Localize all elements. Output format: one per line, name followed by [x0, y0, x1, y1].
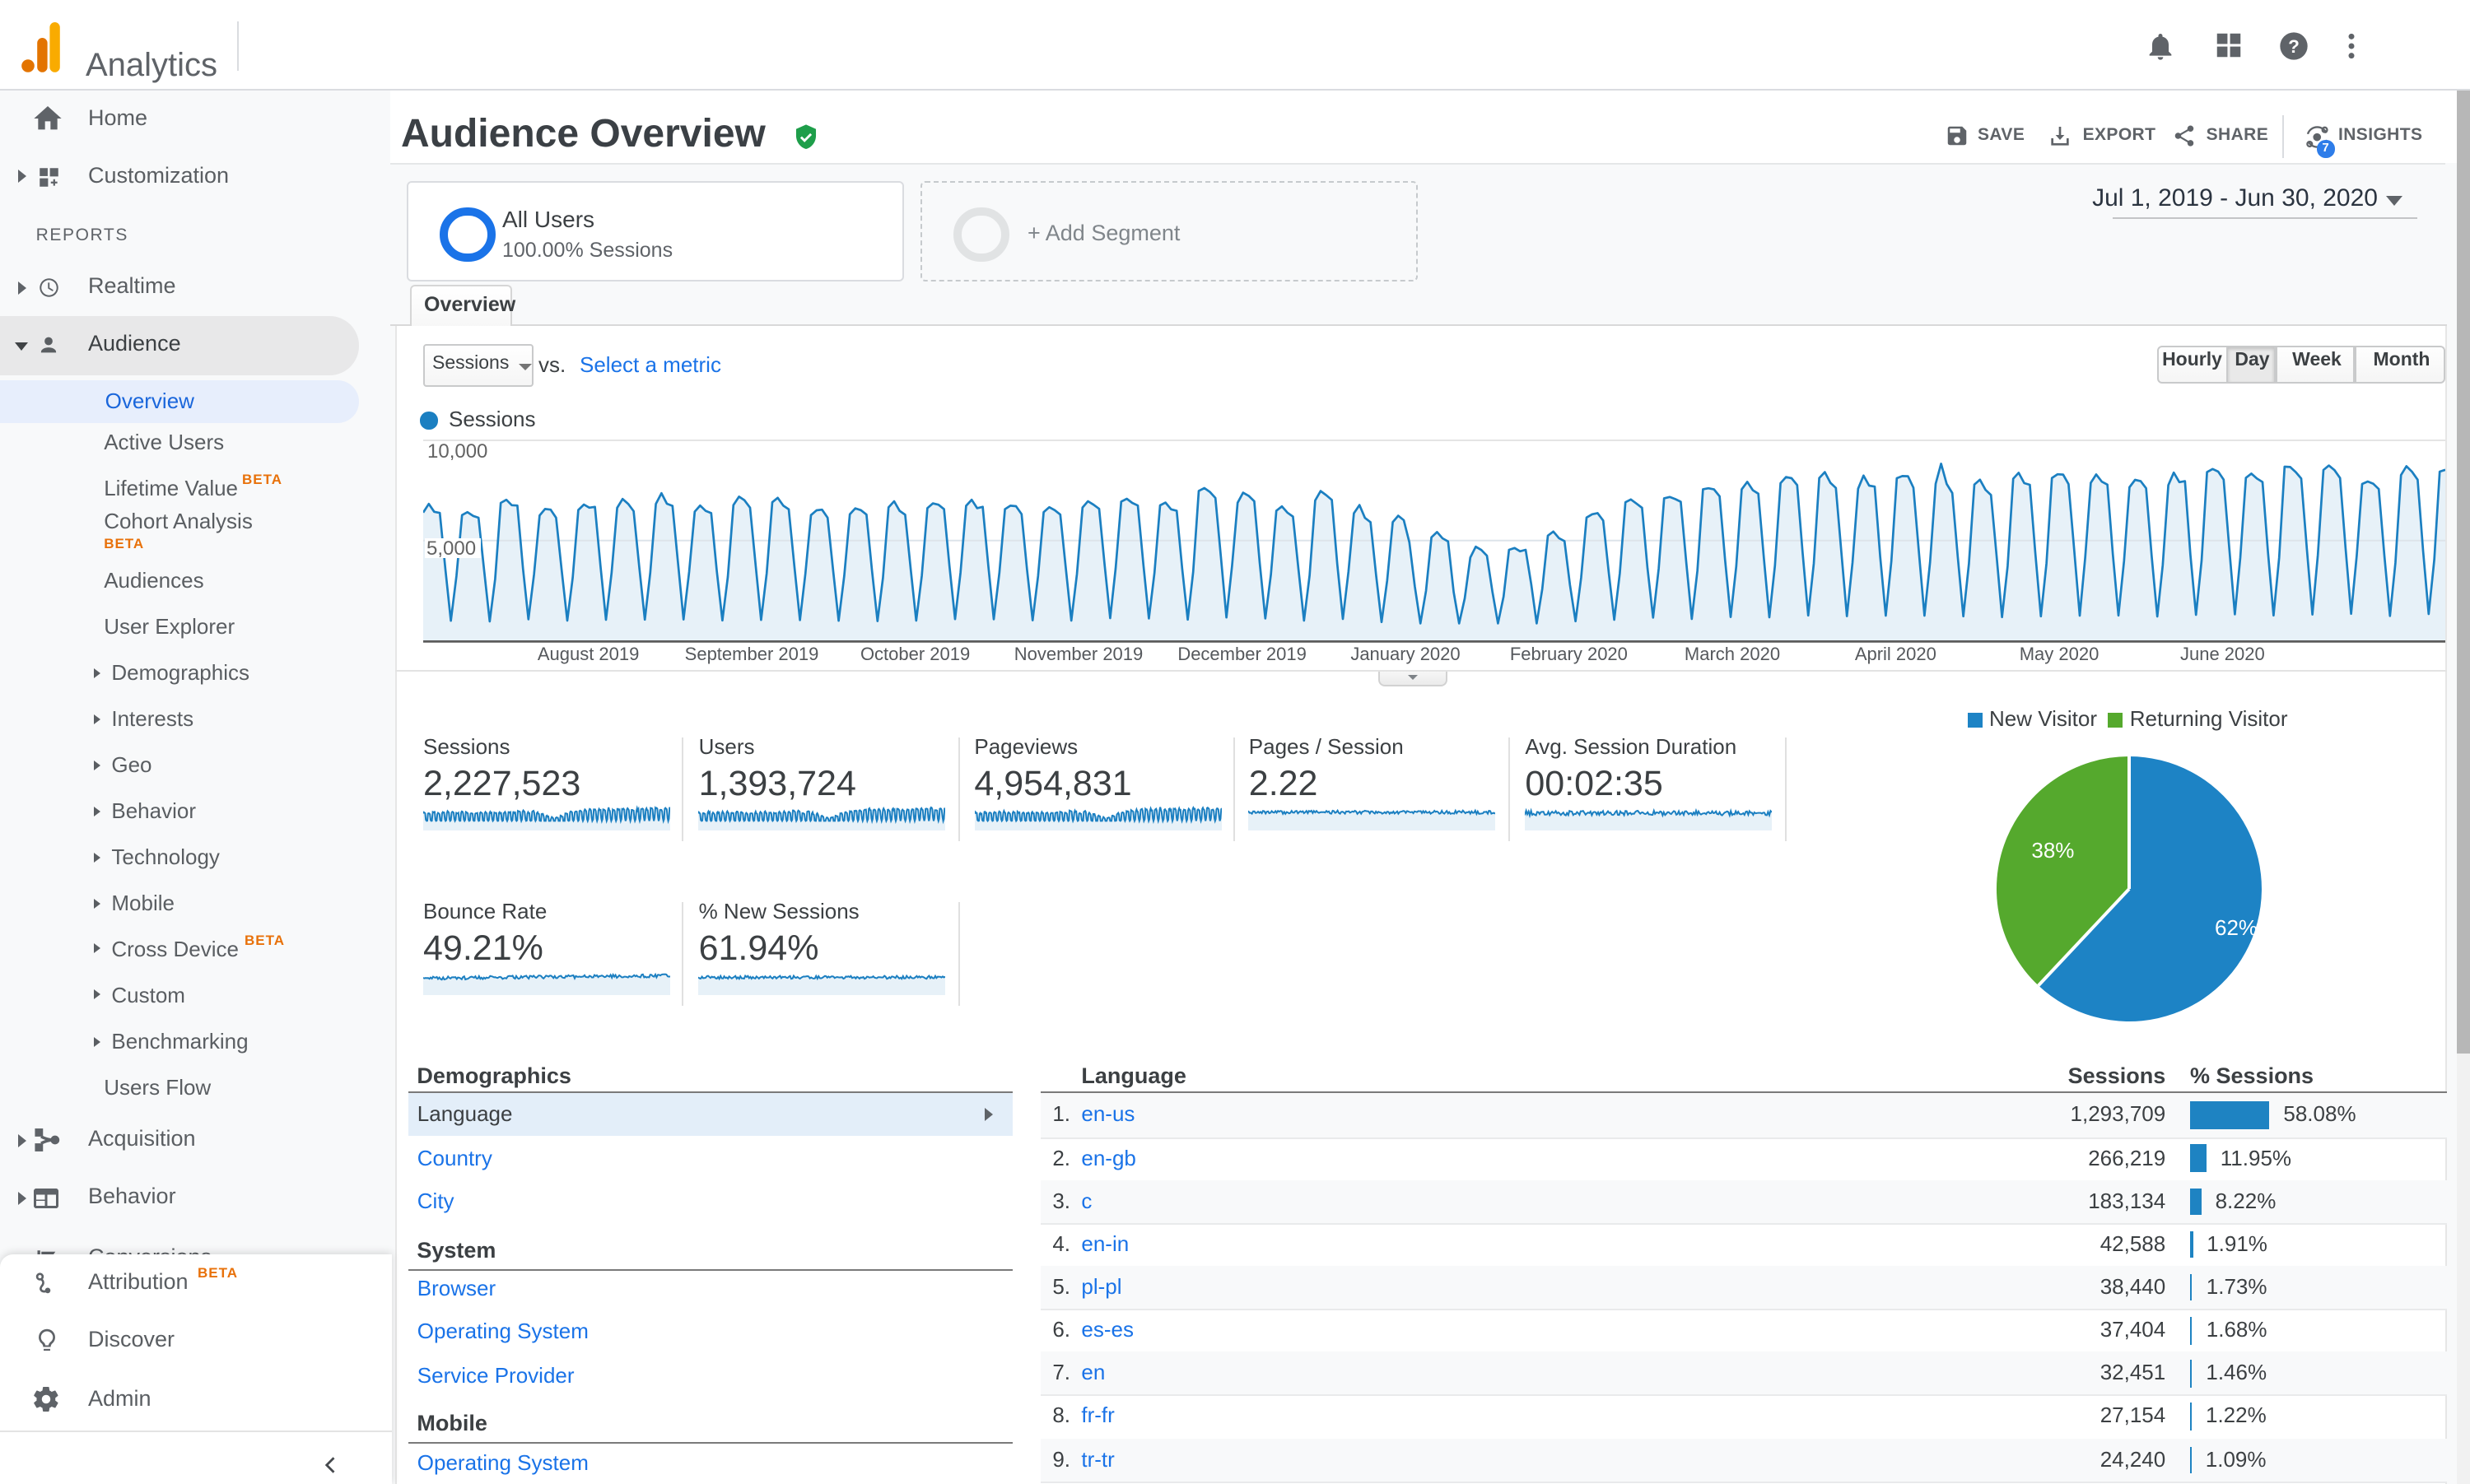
- svg-text:?: ?: [2287, 35, 2299, 56]
